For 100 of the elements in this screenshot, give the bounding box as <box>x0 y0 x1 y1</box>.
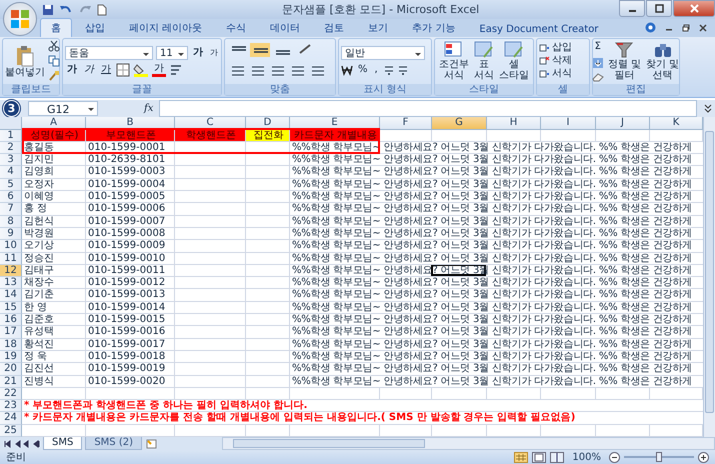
ribbon-tab[interactable]: 검토 <box>313 18 356 38</box>
row-header[interactable]: 19 <box>0 350 22 364</box>
function-button[interactable]: fx <box>144 102 154 114</box>
ribbon-tab[interactable]: 삽입 <box>74 18 116 38</box>
row-header[interactable]: 25 <box>0 424 22 437</box>
font-size-field[interactable]: 11 <box>156 46 188 60</box>
row-header[interactable]: 11 <box>0 252 22 265</box>
sheet-navigation-icon[interactable] <box>4 440 40 448</box>
save-icon[interactable] <box>42 4 54 16</box>
column-header[interactable]: G <box>432 116 487 130</box>
shrink-font-button[interactable]: 가 <box>208 46 220 60</box>
row-header[interactable]: 22 <box>0 388 22 400</box>
fill-color-icon[interactable] <box>133 62 149 77</box>
name-box[interactable]: G12 <box>28 100 98 116</box>
zoom-in-icon[interactable] <box>698 452 709 462</box>
row-header[interactable]: 5 <box>0 178 22 192</box>
row-header[interactable]: 20 <box>0 363 22 376</box>
sheet-tab[interactable]: SMS <box>43 437 82 450</box>
zoom-slider-thumb[interactable] <box>656 452 662 462</box>
ribbon-tab[interactable]: 데이터 <box>259 18 312 38</box>
row-header[interactable]: 2 <box>0 142 22 154</box>
paste-button[interactable]: 붙여넣기 <box>5 44 45 78</box>
cells-button[interactable]: 서식 <box>539 68 572 80</box>
format-painter-icon[interactable] <box>48 70 60 82</box>
row-header[interactable]: 4 <box>0 166 22 179</box>
find-select-button[interactable]: 찾기 및 선택 <box>645 41 680 82</box>
column-header[interactable]: F <box>380 116 432 130</box>
name-cell: 김진선 <box>22 363 86 376</box>
font-name-field[interactable]: 돋움 <box>65 46 153 60</box>
formula-input[interactable] <box>159 100 697 117</box>
copy-icon[interactable] <box>48 55 60 68</box>
column-header[interactable]: J <box>596 116 650 130</box>
row-header[interactable]: 16 <box>0 314 22 326</box>
phone-cell: 010-1599-0013 <box>86 289 175 302</box>
ribbon-tab[interactable]: 보기 <box>357 18 400 38</box>
style-button[interactable]: 조건부 서식 <box>438 41 470 82</box>
grow-font-button[interactable]: 가 <box>191 46 205 60</box>
font-color-button[interactable]: 가 <box>152 62 166 77</box>
ribbon-tab[interactable]: Easy Document Creator <box>468 21 610 38</box>
column-header[interactable]: K <box>650 116 703 130</box>
cells-button[interactable]: 삭제 <box>539 55 572 68</box>
message-cell: %%학생 학부모님~ 안녕하세요? 어느덧 3월 신학기가 다가왔습니다. %% 학생은 건강하게 <box>290 302 703 314</box>
zoom-out-icon[interactable] <box>609 452 620 462</box>
restore-icon[interactable] <box>682 24 690 32</box>
currency-icon[interactable] <box>341 64 353 76</box>
bold-button[interactable]: 가 <box>65 62 79 77</box>
sort-filter-button[interactable]: 정렬 및 필터 <box>606 41 642 82</box>
page-break-icon[interactable] <box>550 452 564 462</box>
row-header[interactable]: 18 <box>0 338 22 351</box>
new-document-icon[interactable] <box>97 4 107 16</box>
sheet-tab[interactable]: SMS (2) <box>85 437 142 450</box>
sum-button[interactable]: Σ <box>592 40 603 54</box>
row-header[interactable]: 8 <box>0 216 22 228</box>
italic-button[interactable]: 가 <box>82 62 96 77</box>
insert-sheet-icon[interactable] <box>145 438 159 448</box>
column-header[interactable]: H <box>487 116 541 130</box>
row-header[interactable]: 24 <box>0 412 22 425</box>
row-header[interactable]: 14 <box>0 289 22 302</box>
column-header[interactable]: I <box>541 116 596 130</box>
minimize-button[interactable] <box>619 0 645 17</box>
border-icon[interactable] <box>116 62 130 77</box>
empty-cell <box>246 240 290 253</box>
number-format-field[interactable]: 일반 <box>341 46 425 60</box>
row-header[interactable]: 21 <box>0 376 22 388</box>
row-header[interactable]: 1 <box>0 130 22 142</box>
phone-cell: 010-1599-0001 <box>86 142 175 154</box>
maximize-button[interactable] <box>646 0 672 17</box>
normal-view-icon[interactable] <box>514 452 528 462</box>
close-button[interactable] <box>673 0 715 17</box>
horizontal-scrollbar[interactable] <box>222 437 715 450</box>
row-header[interactable]: 13 <box>0 277 22 290</box>
ribbon-tab[interactable]: 추가 기능 <box>401 18 466 38</box>
style-button[interactable]: 셀 스타일 <box>498 41 530 82</box>
ribbon-tab[interactable]: 수식 <box>215 18 258 38</box>
ribbon-tab[interactable]: 페이지 레이아웃 <box>118 18 214 38</box>
cells-button[interactable]: 삽입 <box>539 42 572 54</box>
comma-button[interactable]: , <box>372 62 380 77</box>
row-header[interactable]: 12 <box>0 264 22 278</box>
row-header[interactable]: 9 <box>0 228 22 240</box>
empty-cell <box>246 277 290 290</box>
row-header[interactable]: 17 <box>0 326 22 339</box>
percent-button[interactable]: % <box>356 62 370 77</box>
close-icon[interactable] <box>699 24 707 32</box>
style-button[interactable]: 표 서식 <box>473 41 495 82</box>
row-header[interactable]: 15 <box>0 302 22 314</box>
zoom-level[interactable]: 100% <box>572 452 601 462</box>
row-header[interactable]: 10 <box>0 240 22 253</box>
row-header[interactable]: 3 <box>0 154 22 166</box>
row-header[interactable]: 7 <box>0 203 22 216</box>
row-header[interactable]: 23 <box>0 400 22 412</box>
underline-button[interactable]: 가 <box>99 62 113 77</box>
vertical-scrollbar[interactable] <box>703 116 715 437</box>
name-cell: 김기춘 <box>22 289 86 302</box>
page-layout-icon[interactable] <box>532 452 546 462</box>
note-text: * 카드문자 개별내용은 카드문자를 전송 할때 개별내용에 입력되는 내용입니다.( SMS 만 발송할 경우는 입력할 필요없음) <box>22 412 703 425</box>
help-icon[interactable] <box>645 22 656 34</box>
row-header[interactable]: 6 <box>0 191 22 204</box>
wrap-text-icon[interactable] <box>169 62 183 77</box>
ribbon-tab[interactable]: 홈 <box>40 18 72 38</box>
scissors-icon[interactable] <box>48 40 60 52</box>
